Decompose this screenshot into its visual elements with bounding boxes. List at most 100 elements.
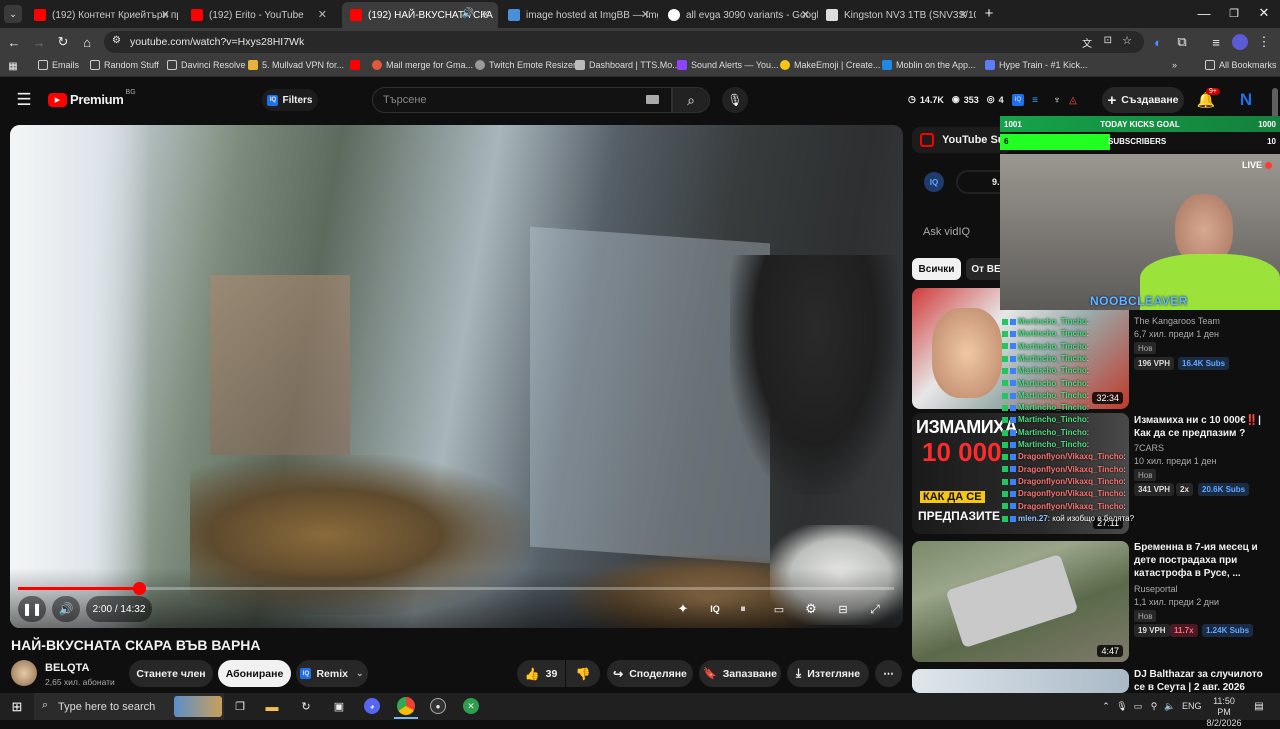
restore-button[interactable]: ❐: [1222, 4, 1246, 22]
bookmark[interactable]: [350, 60, 364, 70]
app-icon[interactable]: ↻: [298, 698, 314, 714]
autoplay-icon[interactable]: ⏸: [734, 600, 752, 618]
notification-center-icon[interactable]: ▤: [1252, 699, 1266, 713]
bookmark[interactable]: Twitch Emote Resizer: [475, 60, 576, 70]
bookmark[interactable]: 5. Mullvad VPN for...: [248, 60, 344, 70]
vidiq-player-icon[interactable]: IQ: [706, 600, 724, 618]
subtitles-icon[interactable]: ▭: [770, 600, 788, 618]
minimize-button[interactable]: —: [1192, 4, 1216, 22]
video-thumbnail[interactable]: 4:47: [912, 541, 1129, 662]
obs-icon[interactable]: ●: [430, 698, 446, 714]
reload-icon[interactable]: ↻: [55, 34, 71, 50]
browser-tab[interactable]: image hosted at ImgBB — Img ✕: [500, 2, 658, 28]
download-button[interactable]: ⤓ Изтегляне: [787, 660, 869, 687]
remix-button[interactable]: IQ Remix ⌄: [296, 660, 368, 687]
close-icon[interactable]: ✕: [161, 8, 170, 21]
close-icon[interactable]: ✕: [481, 8, 490, 21]
video-channel[interactable]: Ruseportal: [1134, 584, 1178, 594]
browser-tab[interactable]: all evga 3090 variants - Google ✕: [660, 2, 818, 28]
video-title[interactable]: Измамиха ни с 10 000€‼️| Как да се предп…: [1134, 414, 1264, 440]
menu-icon[interactable]: ⋮: [1256, 34, 1272, 50]
search-input[interactable]: Търсене: [372, 87, 672, 113]
sparkle-icon[interactable]: ✦: [674, 600, 692, 618]
volume-icon[interactable]: 🔊: [52, 596, 80, 622]
close-icon[interactable]: ✕: [801, 8, 810, 21]
summary-panel[interactable]: YouTube Sum: [912, 127, 1012, 153]
star-icon[interactable]: ☆: [1122, 34, 1132, 47]
trophy-icon[interactable]: ♆: [1050, 93, 1064, 107]
browser-tab-active[interactable]: (192) НАЙ-ВКУСНАТА СКА 🔊 ✕: [342, 2, 498, 28]
join-button[interactable]: Станете член: [129, 660, 213, 687]
hamburger-icon[interactable]: ☰: [14, 90, 34, 110]
save-button[interactable]: 🔖 Запазване: [699, 660, 781, 687]
settings-icon[interactable]: ⚙: [802, 600, 820, 618]
video-channel[interactable]: The Kangaroos Team: [1134, 316, 1220, 326]
apps-icon[interactable]: ▦: [6, 59, 20, 73]
bookmark[interactable]: Moblin on the App...: [882, 60, 976, 70]
video-player[interactable]: [10, 125, 903, 628]
puzzle-icon[interactable]: ⧉: [1174, 34, 1190, 50]
ask-vidiq-input[interactable]: Ask vidIQ: [923, 226, 970, 238]
home-icon[interactable]: ⌂: [79, 34, 95, 50]
file-explorer-icon[interactable]: ▬: [264, 698, 280, 714]
list-icon[interactable]: ≡: [1028, 93, 1042, 107]
language-indicator[interactable]: ENG: [1182, 701, 1202, 711]
more-bookmarks-icon[interactable]: »: [1172, 60, 1177, 70]
app-icon[interactable]: ▣: [331, 698, 347, 714]
youtube-logo[interactable]: ▶ Premium BG: [48, 89, 136, 107]
share-button[interactable]: ↪ Споделяне: [607, 660, 693, 687]
fullscreen-icon[interactable]: ⤢: [866, 600, 884, 618]
keyboard-icon[interactable]: [646, 95, 659, 104]
bookmark[interactable]: Sound Alerts — You...: [677, 60, 779, 70]
bookmark[interactable]: Hype Train - #1 Kick...: [985, 60, 1088, 70]
bookmark[interactable]: Davinci Resolve: [167, 60, 246, 70]
video-title[interactable]: DJ Balthazar за случилото се в Сеута | 2…: [1134, 668, 1264, 694]
create-button[interactable]: + Създаване: [1102, 87, 1184, 113]
discord-icon[interactable]: ◕: [364, 698, 380, 714]
scrollbar[interactable]: [1272, 88, 1278, 118]
more-actions-button[interactable]: ⋯: [875, 660, 902, 687]
install-icon[interactable]: ⊡: [1104, 35, 1112, 46]
bookmark[interactable]: Random Stuff: [90, 60, 159, 70]
clock[interactable]: 11:50 PM 8/2/2026: [1206, 696, 1242, 729]
channel-name[interactable]: BELQTA: [45, 662, 89, 674]
back-icon[interactable]: ←: [6, 34, 22, 50]
bell-alert-icon[interactable]: ◬: [1066, 93, 1080, 107]
video-title[interactable]: Бременна в 7-ия месец и дете пострадаха …: [1134, 541, 1264, 580]
new-tab-button[interactable]: +: [980, 4, 998, 22]
mic-tray-icon[interactable]: 🎙: [1116, 699, 1128, 713]
task-view-icon[interactable]: ❐: [232, 698, 248, 714]
pause-button[interactable]: ❚❚: [18, 596, 46, 622]
close-icon[interactable]: ✕: [641, 8, 650, 21]
wifi-icon[interactable]: ⚲: [1148, 699, 1160, 713]
browser-tab[interactable]: (192) Контент Криейтъри прав ✕: [26, 2, 178, 28]
channel-avatar[interactable]: [11, 660, 37, 686]
account-avatar[interactable]: N: [1236, 90, 1256, 110]
site-info-icon[interactable]: ⚙: [112, 35, 121, 46]
mic-icon[interactable]: 🎙: [722, 87, 748, 113]
media-icon[interactable]: ≡: [1208, 34, 1224, 50]
video-channel[interactable]: 7CARS: [1134, 443, 1164, 453]
translate-icon[interactable]: 文: [1082, 35, 1092, 50]
tab-search-icon[interactable]: ⌄: [4, 5, 22, 23]
extension-icon[interactable]: ◐: [1150, 34, 1166, 50]
bookmark[interactable]: Dashboard | TTS.Mo...: [575, 60, 680, 70]
chip-all[interactable]: Всички: [912, 258, 961, 280]
scrubber-handle[interactable]: [132, 582, 146, 595]
like-button[interactable]: 👍 39: [517, 660, 565, 687]
profile-avatar[interactable]: [1232, 34, 1248, 50]
tray-chevron-icon[interactable]: ⌃: [1100, 699, 1112, 713]
app-icon[interactable]: ✕: [463, 698, 479, 714]
network-icon[interactable]: ▭: [1132, 699, 1144, 713]
progress-bar[interactable]: [18, 582, 894, 595]
browser-tab[interactable]: (192) Erito - YouTube ✕: [183, 2, 335, 28]
browser-tab[interactable]: Kingston NV3 1TB (SNV3S/100 ✕: [818, 2, 976, 28]
close-icon[interactable]: ✕: [318, 8, 327, 21]
bookmark[interactable]: MakeEmoji | Create...: [780, 60, 880, 70]
bookmark[interactable]: Mail merge for Gma...: [372, 60, 473, 70]
vidiq-panel-icon[interactable]: IQ: [924, 172, 944, 192]
filters-button[interactable]: IQ Filters: [262, 89, 318, 111]
vidiq-icon[interactable]: IQ: [1012, 94, 1024, 106]
search-button[interactable]: ⌕: [672, 87, 710, 113]
close-icon[interactable]: ✕: [959, 8, 968, 21]
